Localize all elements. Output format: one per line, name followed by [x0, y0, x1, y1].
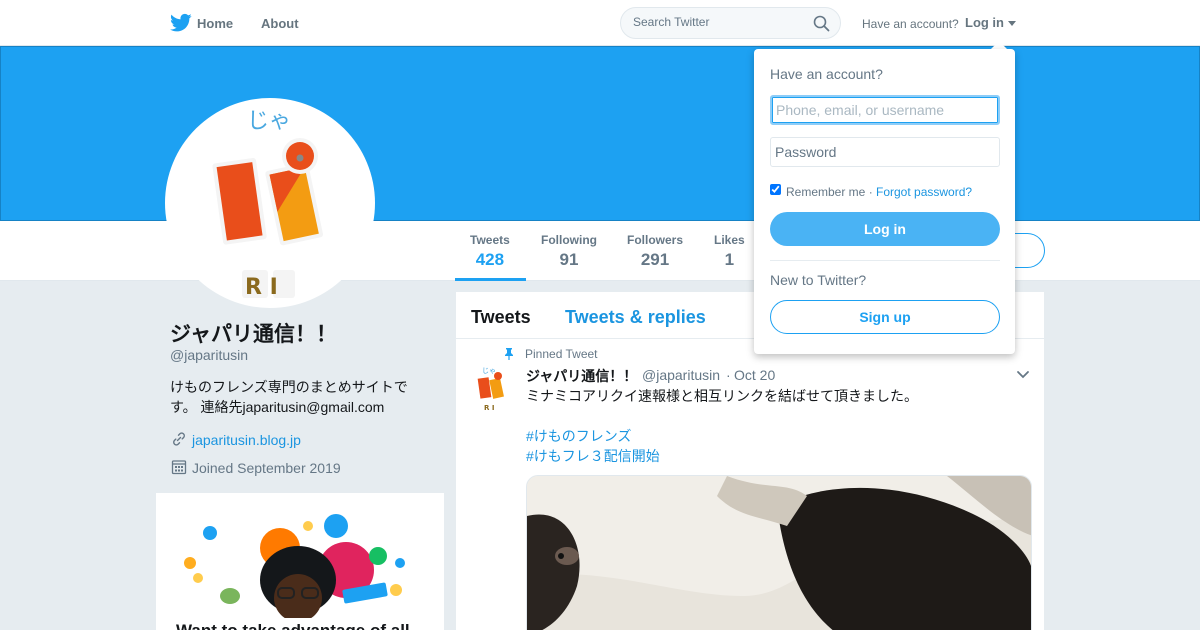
forgot-password-link[interactable]: Forgot password?	[876, 185, 972, 199]
signup-button[interactable]: Sign up	[770, 300, 1000, 334]
chevron-down-icon[interactable]	[1008, 21, 1016, 26]
tweet-hashtag[interactable]: #けものフレンズ	[526, 426, 632, 446]
stat-likes[interactable]: Likes 1	[714, 233, 745, 270]
pin-icon	[505, 348, 513, 360]
nav-about-link[interactable]: About	[261, 16, 299, 31]
tab-tweets-and-replies[interactable]: Tweets & replies	[565, 307, 706, 328]
profile-joined-date: Joined September 2019	[192, 460, 341, 476]
username-field[interactable]	[770, 95, 1000, 125]
have-account-text: Have an account?	[862, 17, 959, 31]
profile-handle[interactable]: @japaritusin	[170, 347, 248, 363]
search-icon[interactable]	[813, 15, 830, 32]
chevron-down-icon[interactable]	[1016, 370, 1030, 380]
login-button[interactable]: Log in	[770, 212, 1000, 246]
tweet-hashtag[interactable]: #けもフレ３配信開始	[526, 446, 660, 466]
tab-tweets[interactable]: Tweets	[471, 307, 531, 328]
svg-text:じゃ: じゃ	[482, 367, 496, 375]
link-icon	[173, 432, 185, 446]
stat-followers[interactable]: Followers 291	[627, 233, 683, 270]
remember-me-checkbox[interactable]	[770, 184, 781, 195]
twitter-bird-icon[interactable]	[170, 13, 192, 33]
signup-promo-card: Want to take advantage of all	[156, 493, 444, 630]
top-navigation-bar: Home About Have an account? Log in	[0, 0, 1200, 46]
avatar-logo-image: じゃ R I	[212, 109, 324, 300]
stat-value: 91	[559, 250, 579, 269]
login-dropdown: Have an account? Remember me · Forgot pa…	[754, 49, 1015, 354]
stat-following[interactable]: Following 91	[541, 233, 597, 270]
svg-text:R I: R I	[484, 404, 494, 412]
tweet-author-handle[interactable]: @japaritusin	[642, 367, 720, 383]
tweet-author-name[interactable]: ジャパリ通信！！	[526, 366, 637, 386]
tweet-media-photo[interactable]	[526, 475, 1032, 630]
search-box[interactable]	[620, 7, 841, 39]
active-stat-underline	[455, 278, 526, 281]
profile-bio: けものフレンズ専門のまとめサイトです。 連絡先japaritusin@gmail…	[170, 379, 408, 415]
stat-value: 291	[640, 250, 670, 269]
stat-label: Likes	[714, 233, 745, 247]
pinned-tweet-label: Pinned Tweet	[525, 347, 598, 361]
login-dropdown-toggle[interactable]: Log in	[965, 15, 1004, 30]
calendar-icon	[171, 460, 187, 475]
tweet-text: ミナミコアリクイ速報様と相互リンクを結ばせて頂きました。	[526, 388, 918, 404]
stat-label: Tweets	[470, 233, 510, 247]
remember-me-label[interactable]: Remember me ·	[786, 185, 873, 199]
promo-illustration	[184, 514, 405, 618]
tamandua-photo	[527, 476, 1031, 630]
stat-label: Followers	[627, 233, 684, 247]
stat-value: 428	[475, 250, 505, 269]
profile-name[interactable]: ジャパリ通信！！	[170, 318, 337, 348]
tweet-avatar[interactable]: じゃ R I	[474, 364, 510, 412]
promo-text: Want to take advantage of all	[176, 621, 410, 630]
nav-home-link[interactable]: Home	[197, 16, 233, 31]
stat-value: 1	[724, 250, 735, 269]
login-dropdown-title: Have an account?	[770, 66, 883, 82]
tweet-date[interactable]: Oct 20	[734, 367, 775, 383]
search-input[interactable]	[633, 15, 803, 29]
stat-tweets[interactable]: Tweets 428	[470, 233, 510, 270]
avatar-kana: じゃ	[247, 109, 291, 134]
profile-website-link[interactable]: japaritusin.blog.jp	[192, 432, 301, 448]
stat-label: Following	[541, 233, 597, 247]
avatar[interactable]: じゃ R I	[165, 98, 375, 308]
password-field[interactable]	[770, 137, 1000, 167]
divider	[770, 260, 1000, 261]
new-to-twitter-text: New to Twitter?	[770, 272, 867, 288]
tweet-separator: ·	[726, 367, 731, 383]
avatar-letters: R I	[245, 275, 278, 300]
